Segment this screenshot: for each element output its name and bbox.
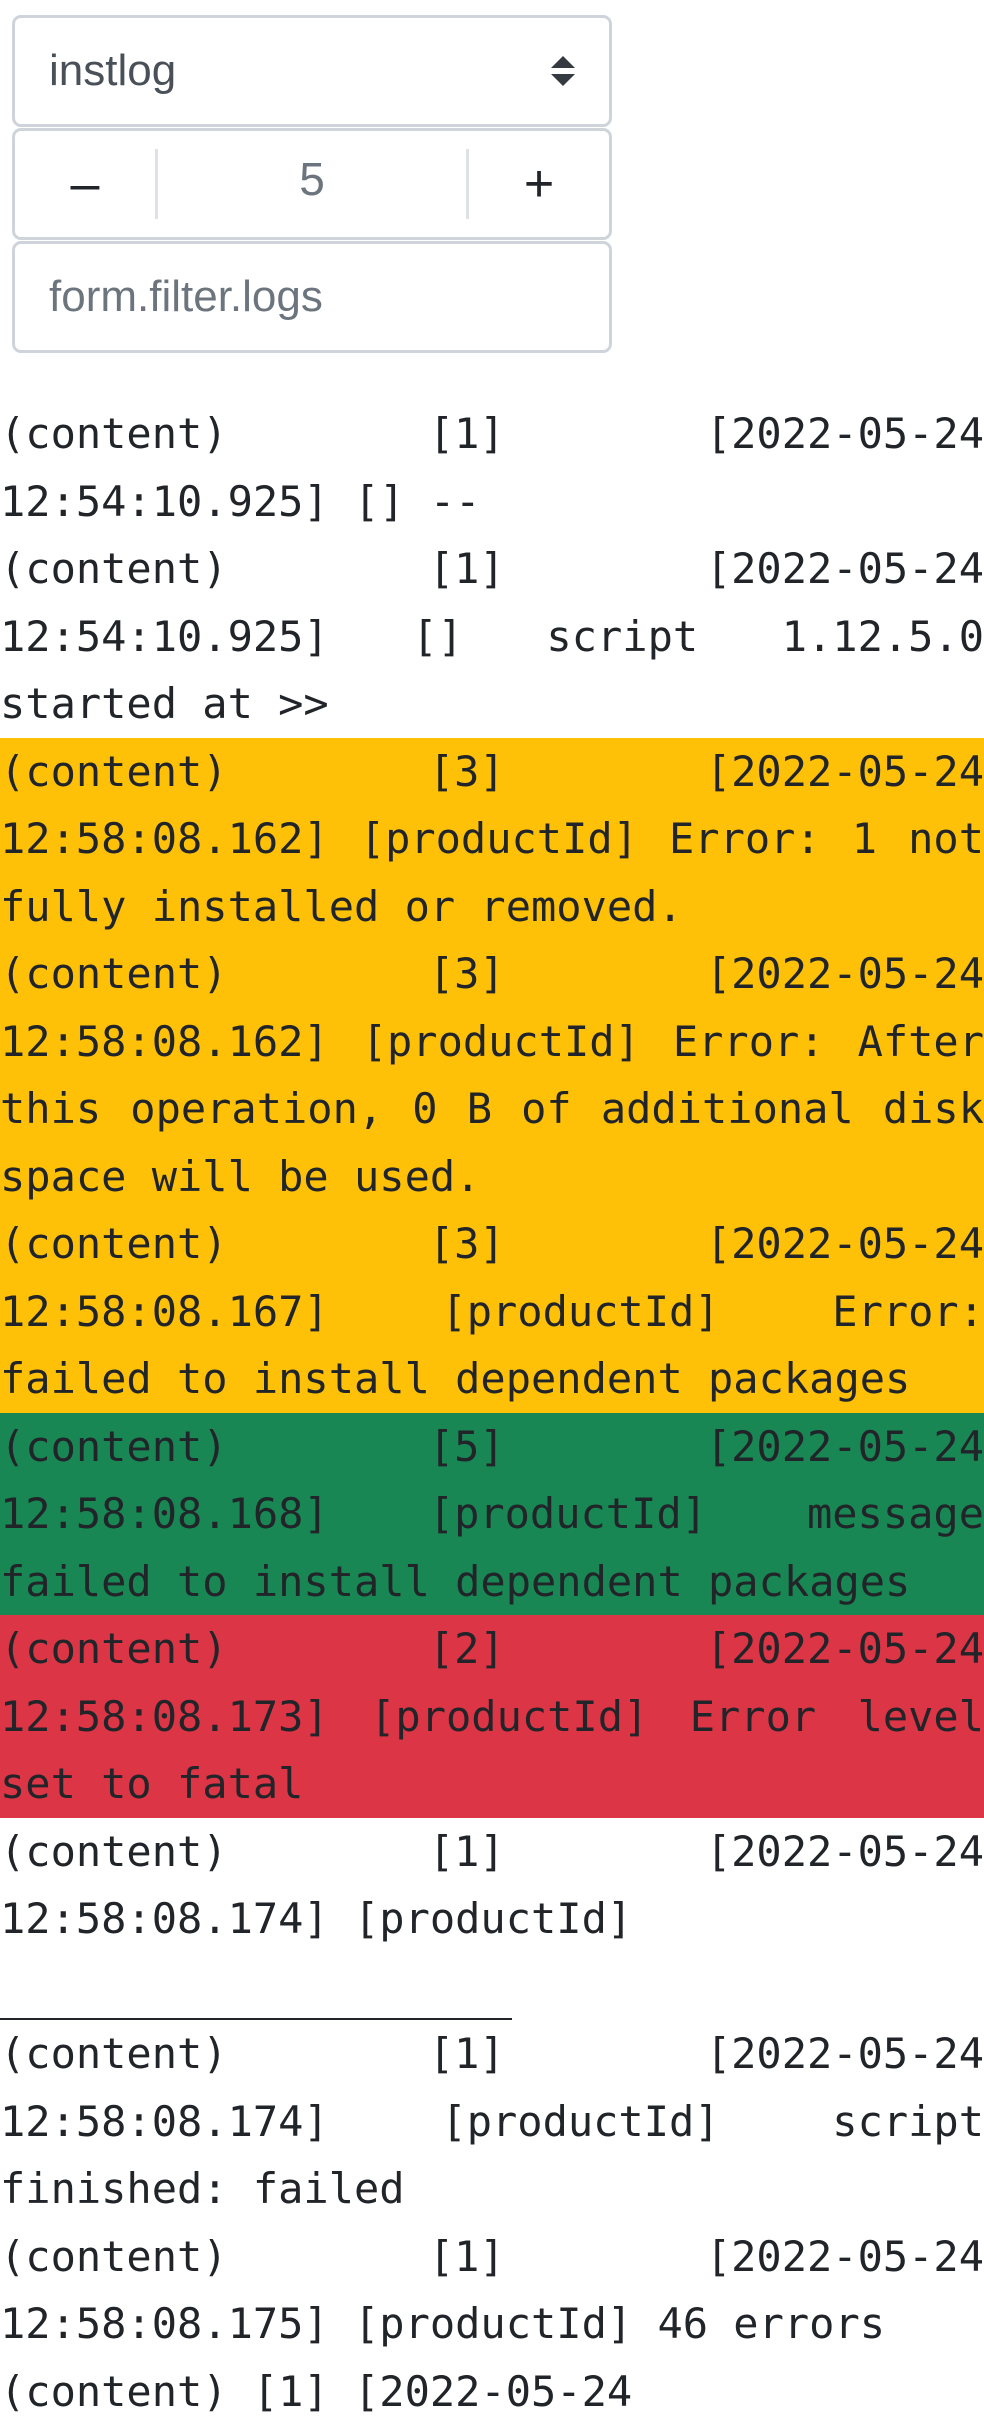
log-entry-text: (content) [1] [2022-05-24 xyxy=(0,2367,632,2416)
log-entry-text: (content) [1] [2022-05-24 12:58:08.174] … xyxy=(0,1827,984,1944)
log-entry-text: (content) [3] [2022-05-24 12:58:08.162] … xyxy=(0,949,984,1201)
log-entry: (content) [1] [2022-05-24 12:54:10.925] … xyxy=(0,535,984,738)
log-entry: (content) [1] [2022-05-24 xyxy=(0,2358,984,2425)
increment-button[interactable]: + xyxy=(469,131,609,237)
log-separator-line xyxy=(0,1953,512,2021)
select-sort-arrows-icon xyxy=(551,56,575,86)
log-entry-text: (content) [1] [2022-05-24 12:58:08.174] … xyxy=(0,2029,984,2213)
log-filter-input[interactable] xyxy=(49,272,575,322)
log-level-stepper: – 5 + xyxy=(12,128,612,240)
log-entry-text: (content) [3] [2022-05-24 12:58:08.162] … xyxy=(0,747,984,931)
log-entry: (content) [1] [2022-05-24 12:58:08.174] … xyxy=(0,2020,984,2223)
log-entry-text: (content) [1] [2022-05-24 12:54:10.925] … xyxy=(0,544,984,728)
log-entry-text: (content) [1] [2022-05-24 12:58:08.175] … xyxy=(0,2232,984,2349)
log-controls: instlog – 5 + xyxy=(12,15,612,353)
log-entry: (content) [3] [2022-05-24 12:58:08.162] … xyxy=(0,738,984,941)
log-entry: (content) [5] [2022-05-24 12:58:08.168] … xyxy=(0,1413,984,1616)
log-level-value[interactable]: 5 xyxy=(158,131,466,237)
log-entry: (content) [1] [2022-05-24 12:54:10.925] … xyxy=(0,400,984,535)
log-entry-text: (content) [5] [2022-05-24 12:58:08.168] … xyxy=(0,1422,984,1606)
log-entry-text: (content) [3] [2022-05-24 12:58:08.167] … xyxy=(0,1219,984,1403)
log-entry: (content) [3] [2022-05-24 12:58:08.167] … xyxy=(0,1210,984,1413)
log-source-select-value: instlog xyxy=(49,46,176,96)
log-entry: (content) [3] [2022-05-24 12:58:08.162] … xyxy=(0,940,984,1210)
log-entry-text: (content) [1] [2022-05-24 12:54:10.925] … xyxy=(0,409,984,526)
log-entry-text: (content) [2] [2022-05-24 12:58:08.173] … xyxy=(0,1624,984,1808)
log-entry: (content) [2] [2022-05-24 12:58:08.173] … xyxy=(0,1615,984,1818)
log-entry: (content) [1] [2022-05-24 12:58:08.175] … xyxy=(0,2223,984,2358)
log-entry: (content) [1] [2022-05-24 12:58:08.174] … xyxy=(0,1818,984,1953)
log-output: (content) [1] [2022-05-24 12:54:10.925] … xyxy=(0,400,984,2425)
log-filter-field[interactable] xyxy=(12,241,612,353)
log-source-select[interactable]: instlog xyxy=(12,15,612,127)
decrement-button[interactable]: – xyxy=(15,131,155,237)
